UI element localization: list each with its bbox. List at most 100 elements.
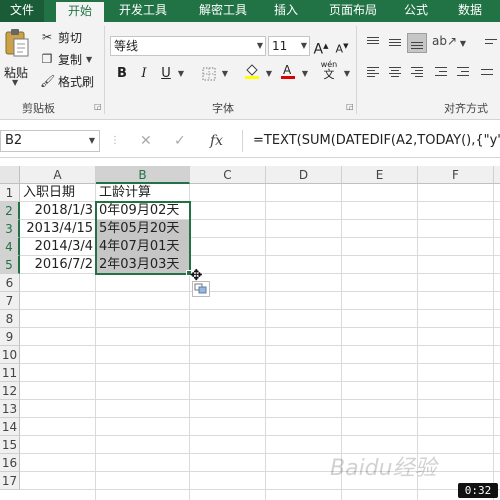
gridline (20, 435, 500, 436)
row-header-6[interactable]: 6 (0, 274, 20, 292)
group-separator (356, 26, 357, 114)
format-painter-button[interactable]: 🖌 格式刷 (40, 72, 94, 90)
format-painter-label: 格式刷 (58, 74, 95, 89)
underline-button[interactable]: U (158, 64, 174, 84)
tab-insert[interactable]: 插入 (264, 0, 308, 22)
row-header-15[interactable]: 15 (0, 436, 20, 454)
cell-b5[interactable]: 2年03月03天 (96, 256, 190, 274)
decrease-font-size-icon[interactable]: A▼ (334, 36, 350, 56)
tab-developer[interactable]: 开发工具 (108, 0, 178, 22)
align-center-icon[interactable] (386, 64, 404, 82)
svg-text:A: A (283, 63, 292, 77)
cell-b1[interactable]: 工龄计算 (96, 184, 190, 202)
row-header-12[interactable]: 12 (0, 382, 20, 400)
cell-a2[interactable]: 2018/1/3 (20, 202, 96, 220)
increase-font-size-icon[interactable]: A▲ (313, 36, 329, 58)
decrease-indent-icon[interactable] (432, 64, 450, 82)
column-header-e[interactable]: E (342, 166, 418, 184)
align-top-icon[interactable] (364, 34, 382, 52)
gridline (20, 291, 500, 292)
quick-analysis-icon (194, 283, 207, 294)
column-header-d[interactable]: D (266, 166, 342, 184)
borders-icon[interactable] (200, 64, 218, 84)
font-name-value: 等线 (114, 39, 139, 53)
column-header-c[interactable]: C (190, 166, 266, 184)
merge-center-icon[interactable] (478, 64, 496, 82)
column-header-b[interactable]: B (96, 166, 190, 184)
cell-a5[interactable]: 2016/7/2 (20, 256, 96, 274)
paste-icon (5, 29, 29, 57)
select-all-corner[interactable] (0, 166, 20, 184)
wrap-text-icon[interactable] (482, 34, 500, 52)
tab-home[interactable]: 开始 (56, 0, 104, 22)
align-right-icon[interactable] (408, 64, 426, 82)
font-size-value: 11 (272, 39, 288, 53)
align-middle-icon[interactable] (386, 34, 404, 52)
cell-a4[interactable]: 2014/3/4 (20, 238, 96, 256)
formula-input[interactable]: =TEXT(SUM(DATEDIF(A2,TODAY(),{"y"," (242, 130, 500, 152)
row-header-11[interactable]: 11 (0, 364, 20, 382)
cancel-icon[interactable]: ✕ (140, 130, 152, 152)
copy-icon: ❐ (41, 52, 53, 66)
gridline (20, 327, 500, 328)
insert-function-button[interactable]: fx (210, 130, 223, 152)
cell-a1[interactable]: 入职日期 (20, 184, 96, 202)
row-header-10[interactable]: 10 (0, 346, 20, 364)
column-header-partial[interactable] (494, 166, 500, 184)
row-header-16[interactable]: 16 (0, 454, 20, 472)
chevron-down-icon[interactable]: ▼ (264, 64, 274, 84)
font-name-combo[interactable]: 等线 ▼ (110, 36, 266, 56)
quick-analysis-button[interactable] (192, 281, 210, 297)
font-color-icon[interactable]: A (278, 62, 298, 82)
phonetic-guide-button[interactable]: wén 文 (318, 60, 340, 80)
row-header-1[interactable]: 1 (0, 184, 20, 202)
orientation-icon[interactable]: ab↗ (432, 34, 457, 52)
font-size-combo[interactable]: 11 ▼ (268, 36, 310, 56)
row-header-3[interactable]: 3 (0, 220, 20, 238)
scissors-icon: ✂ (41, 30, 53, 44)
increase-indent-icon[interactable] (454, 64, 472, 82)
tab-page-layout[interactable]: 页面布局 (318, 0, 388, 22)
tab-formulas[interactable]: 公式 (396, 0, 436, 22)
row-header-7[interactable]: 7 (0, 292, 20, 310)
row-header-13[interactable]: 13 (0, 400, 20, 418)
chevron-down-icon[interactable]: ▼ (342, 64, 352, 84)
column-header-a[interactable]: A (20, 166, 96, 184)
chevron-down-icon: ▼ (256, 41, 263, 50)
name-box[interactable]: B2 ▼ (0, 130, 100, 152)
align-left-icon[interactable] (364, 64, 382, 82)
column-header-f[interactable]: F (418, 166, 494, 184)
cell-b3[interactable]: 5年05月20天 (96, 220, 190, 238)
row-header-4[interactable]: 4 (0, 238, 20, 256)
copy-button[interactable]: ❐ 复制 ▼ (40, 50, 93, 68)
cut-button[interactable]: ✂ 剪切 (40, 28, 82, 46)
row-header-5[interactable]: 5 (0, 256, 20, 274)
dialog-launcher-icon[interactable]: ◲ (346, 102, 354, 111)
bold-button[interactable]: B (114, 64, 130, 84)
chevron-down-icon: ▼ (12, 78, 19, 87)
row-header-9[interactable]: 9 (0, 328, 20, 346)
enter-icon[interactable]: ✓ (174, 130, 186, 152)
row-header-2[interactable]: 2 (0, 202, 20, 220)
chevron-down-icon[interactable]: ▼ (300, 64, 310, 84)
row-header-8[interactable]: 8 (0, 310, 20, 328)
chevron-down-icon[interactable]: ▼ (458, 34, 468, 54)
chevron-down-icon[interactable]: ▼ (220, 64, 230, 84)
gridline (20, 381, 500, 382)
fill-color-icon[interactable] (242, 62, 262, 82)
chevron-down-icon: ▼ (88, 136, 95, 145)
dialog-launcher-icon[interactable]: ◲ (94, 102, 102, 111)
chevron-down-icon[interactable]: ▼ (176, 64, 186, 84)
cell-b4[interactable]: 4年07月01天 (96, 238, 190, 256)
tab-file[interactable]: 文件 (0, 0, 44, 22)
cell-b2[interactable]: 0年09月02天 (96, 202, 190, 220)
tab-decrypt-tools[interactable]: 解密工具 (188, 0, 258, 22)
cell-a3[interactable]: 2013/4/15 (20, 220, 96, 238)
italic-button[interactable]: I (136, 64, 152, 84)
row-header-14[interactable]: 14 (0, 418, 20, 436)
gridline (20, 363, 500, 364)
row-header-17[interactable]: 17 (0, 472, 20, 490)
tab-data[interactable]: 数据 (448, 0, 492, 22)
align-bottom-icon[interactable] (407, 33, 427, 53)
gridline (20, 417, 500, 418)
